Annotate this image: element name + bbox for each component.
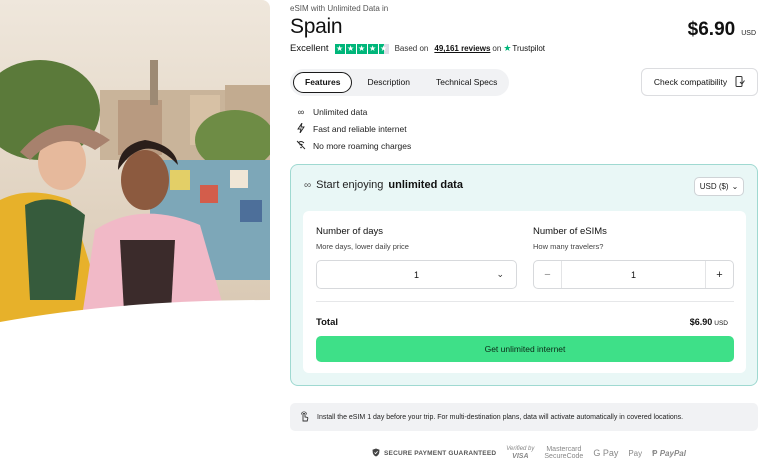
card-heading-prefix: Start enjoying <box>316 179 384 191</box>
days-sublabel: More days, lower daily price <box>316 242 409 251</box>
currency-select[interactable]: USD ($) ⌄ <box>694 177 744 196</box>
card-heading: ∞ Start enjoying unlimited data <box>304 179 463 191</box>
star-icon: ★ <box>345 43 356 54</box>
plan-options: Number of days More days, lower daily pr… <box>303 211 746 373</box>
star-icon: ★ <box>356 43 367 54</box>
feature-item: ∞ Unlimited data <box>296 106 411 117</box>
total-label: Total <box>316 317 338 328</box>
check-compatibility-label: Check compatibility <box>653 77 728 87</box>
install-notice: Install the eSIM 1 day before your trip.… <box>290 403 758 431</box>
get-unlimited-internet-button[interactable]: Get unlimited internet <box>316 336 734 362</box>
trustpilot-rating: Excellent ★ ★ ★ ★ ★ Based on 49,161 revi… <box>290 43 545 54</box>
star-icon: ★ <box>334 43 345 54</box>
purchase-card: ∞ Start enjoying unlimited data USD ($) … <box>290 164 758 386</box>
chevron-down-icon: ⌄ <box>731 182 739 191</box>
tap-hand-icon <box>300 410 309 424</box>
visa-bottom: VISA <box>512 453 529 460</box>
install-notice-text: Install the eSIM 1 day before your trip.… <box>317 413 684 421</box>
currency-select-value: USD ($) <box>699 182 729 191</box>
trustpilot-logo: ★ Trustpilot <box>503 43 545 54</box>
apple-pay-label: Pay <box>628 448 643 458</box>
page-title: Spain <box>290 15 343 38</box>
hero-photo <box>0 0 270 330</box>
google-pay-logo: G Pay <box>593 447 619 458</box>
esims-stepper: − 1 + <box>533 260 734 289</box>
paypal-label: PayPal <box>659 448 686 458</box>
tab-technical-specs[interactable]: Technical Specs <box>425 72 508 93</box>
feature-item: No more roaming charges <box>296 140 411 151</box>
esims-sublabel: How many travelers? <box>533 242 604 251</box>
esims-value[interactable]: 1 <box>562 270 705 280</box>
feature-label: No more roaming charges <box>313 140 412 151</box>
visa-top: Verified by <box>506 446 535 452</box>
decrement-button[interactable]: − <box>534 261 562 288</box>
tab-features[interactable]: Features <box>293 72 353 93</box>
phone-check-icon <box>735 75 746 89</box>
trustpilot-star-icon: ★ <box>503 43 512 53</box>
trustpilot-name: Trustpilot <box>512 44 546 53</box>
price-amount: $6.90 <box>687 19 736 40</box>
shield-icon <box>372 448 380 459</box>
tab-description[interactable]: Description <box>356 72 421 93</box>
esims-label: Number of eSIMs <box>533 226 607 237</box>
reviews-link[interactable]: 49,161 reviews <box>434 44 490 53</box>
rating-label: Excellent <box>290 43 329 54</box>
price-currency: USD <box>741 30 756 37</box>
mastercard-securecode-logo: Mastercard SecureCode <box>544 446 583 460</box>
total-value: $6.90 USD <box>690 317 728 327</box>
days-select[interactable]: 1 ⌄ <box>316 260 517 289</box>
increment-button[interactable]: + <box>705 261 733 288</box>
mc-top: Mastercard <box>546 446 582 453</box>
mc-bottom: SecureCode <box>544 453 584 460</box>
secure-payment-badge: SECURE PAYMENT GUARANTEED <box>372 448 496 459</box>
product-tabs: Features Description Technical Specs <box>290 69 509 96</box>
chevron-down-icon: ⌄ <box>496 269 504 279</box>
secure-payment-text: SECURE PAYMENT GUARANTEED <box>384 449 497 457</box>
infinity-icon: ∞ <box>297 106 305 117</box>
days-label: Number of days <box>316 226 384 237</box>
verified-by-visa-logo: Verified by VISA <box>506 446 534 460</box>
apple-pay-logo: Pay <box>628 448 643 458</box>
feature-label: Fast and reliable internet <box>313 123 407 134</box>
rating-stars: ★ ★ ★ ★ ★ <box>334 43 389 54</box>
star-half-icon: ★ <box>378 43 389 54</box>
price: $6.90 USD <box>688 19 756 41</box>
total-amount: $6.90 <box>689 317 713 327</box>
card-heading-bold: unlimited data <box>388 179 463 191</box>
features-list: ∞ Unlimited data Fast and reliable inter… <box>296 106 411 151</box>
payment-methods: SECURE PAYMENT GUARANTEED Verified by VI… <box>372 446 686 460</box>
paypal-p-icon: Ᵽ <box>652 448 658 458</box>
check-compatibility-button[interactable]: Check compatibility <box>641 68 758 96</box>
star-icon: ★ <box>367 43 378 54</box>
infinity-icon: ∞ <box>304 179 312 191</box>
lightning-icon <box>296 122 306 135</box>
total-currency: USD <box>714 320 728 327</box>
rating-based-on: Based on <box>394 44 429 53</box>
page-eyebrow: eSIM with Unlimited Data in <box>290 4 389 13</box>
days-select-value: 1 <box>413 269 419 280</box>
feature-item: Fast and reliable internet <box>296 122 411 135</box>
paypal-logo: Ᵽ PayPal <box>652 448 686 458</box>
no-roaming-icon <box>296 140 306 152</box>
rating-on: on <box>492 44 502 53</box>
feature-label: Unlimited data <box>313 106 368 117</box>
divider <box>316 301 734 302</box>
